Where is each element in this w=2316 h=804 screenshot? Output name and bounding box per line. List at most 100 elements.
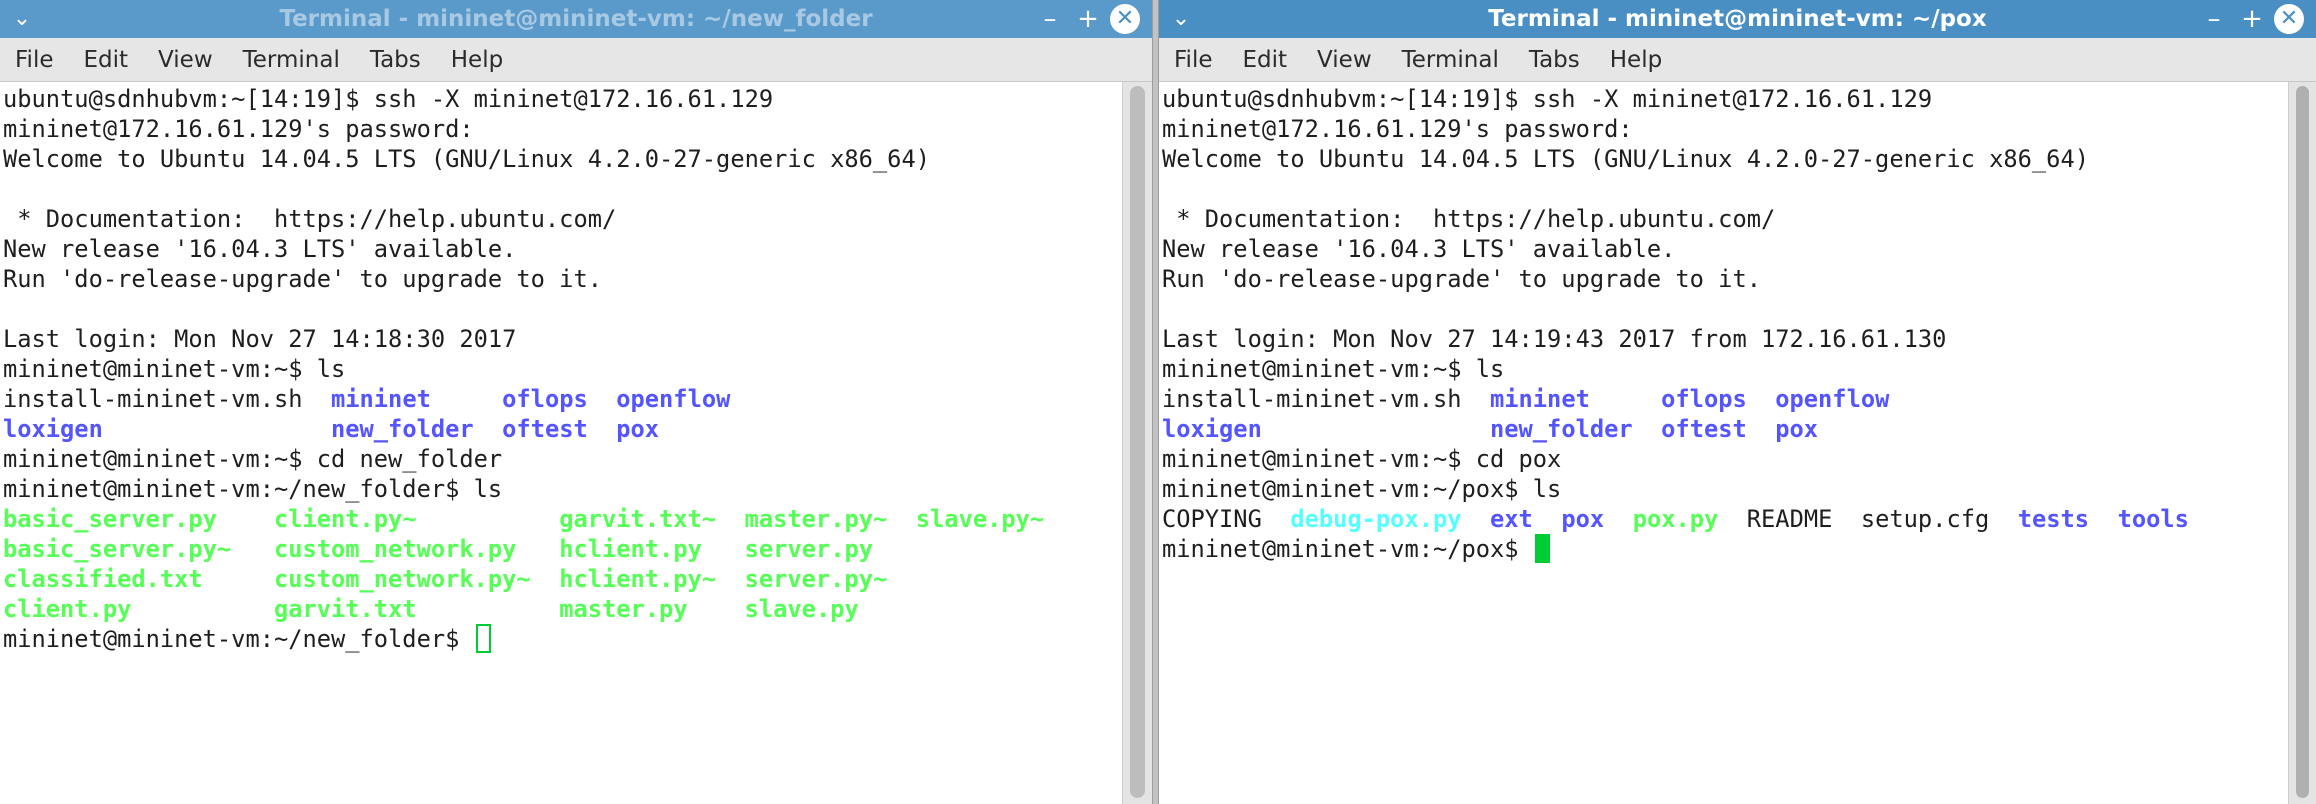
menu-file[interactable]: File xyxy=(0,38,69,82)
close-icon[interactable]: ✕ xyxy=(1110,4,1140,34)
terminal-line: loxigen new_folder oftest pox xyxy=(3,414,1122,444)
file-name: classified.txt xyxy=(3,565,203,593)
terminal-text: mininet@mininet-vm:~/new_folder$ ls xyxy=(3,475,503,503)
terminal-text: COPYING xyxy=(1162,505,1291,533)
file-name: basic_server.py~ xyxy=(3,535,232,563)
menu-help[interactable]: Help xyxy=(1595,38,1677,82)
file-name: mininet xyxy=(331,385,431,413)
file-name: master.py xyxy=(559,595,688,623)
terminal-text: Last login: Mon Nov 27 14:18:30 2017 xyxy=(3,325,517,353)
close-icon[interactable]: ✕ xyxy=(2274,4,2304,34)
terminal-text: README setup.cfg xyxy=(1718,505,2018,533)
terminal-output[interactable]: ubuntu@sdnhubvm:~[14:19]$ ssh -X mininet… xyxy=(1159,82,2288,804)
menu-terminal[interactable]: Terminal xyxy=(1387,38,1514,82)
maximize-icon[interactable]: + xyxy=(2236,0,2268,38)
file-name: openflow xyxy=(1775,385,1890,413)
terminal-text: install-mininet-vm.sh xyxy=(3,385,332,413)
file-name: tests xyxy=(2017,505,2090,533)
file-name: slave.py~ xyxy=(915,505,1045,533)
file-name: client.py xyxy=(3,595,132,623)
window-title: Terminal - mininet@mininet-vm: ~/new_fol… xyxy=(279,6,873,32)
file-name: openflow xyxy=(616,385,731,413)
file-name: tools xyxy=(2117,505,2189,533)
terminal-line: mininet@172.16.61.129's password: xyxy=(3,114,1122,144)
file-name: server.py xyxy=(744,535,874,563)
file-name: oftest xyxy=(502,415,588,443)
terminal-text: mininet@172.16.61.129's password: xyxy=(3,115,474,143)
terminal-text: New release '16.04.3 LTS' available. xyxy=(1162,235,1676,263)
terminal-line: ubuntu@sdnhubvm:~[14:19]$ ssh -X mininet… xyxy=(1162,84,2288,114)
minimize-icon[interactable]: – xyxy=(2198,0,2230,38)
file-name: custom_network.py~ xyxy=(273,565,531,593)
maximize-icon[interactable]: + xyxy=(1072,0,1104,38)
title-bar[interactable]: ⌄ Terminal - mininet@mininet-vm: ~/pox –… xyxy=(1159,0,2316,38)
window-divider xyxy=(1152,0,1159,804)
terminal-text: * Documentation: https://help.ubuntu.com… xyxy=(1162,205,1776,233)
terminal-text: Welcome to Ubuntu 14.04.5 LTS (GNU/Linux… xyxy=(1162,145,2089,173)
terminal-output[interactable]: ubuntu@sdnhubvm:~[14:19]$ ssh -X mininet… xyxy=(0,82,1122,804)
file-name: basic_server.py xyxy=(3,505,217,533)
terminal-line: ubuntu@sdnhubvm:~[14:19]$ ssh -X mininet… xyxy=(3,84,1122,114)
menu-view[interactable]: View xyxy=(143,38,228,82)
file-name: new_folder xyxy=(1490,415,1633,443)
terminal-text: * Documentation: https://help.ubuntu.com… xyxy=(3,205,617,233)
file-name: debug-pox.py xyxy=(1290,505,1462,533)
terminal-line: Welcome to Ubuntu 14.04.5 LTS (GNU/Linux… xyxy=(3,144,1122,174)
terminal-line: New release '16.04.3 LTS' available. xyxy=(1162,234,2288,264)
terminal-line: * Documentation: https://help.ubuntu.com… xyxy=(3,204,1122,234)
terminal-line: mininet@mininet-vm:~/pox$ xyxy=(1162,534,2288,564)
terminal-line: mininet@mininet-vm:~$ ls xyxy=(3,354,1122,384)
terminal-text: mininet@mininet-vm:~/new_folder$ xyxy=(3,625,474,653)
menu-tabs[interactable]: Tabs xyxy=(1514,38,1595,82)
terminal-text: mininet@mininet-vm:~/pox$ xyxy=(1162,535,1533,563)
terminal-line: loxigen new_folder oftest pox xyxy=(1162,414,2288,444)
file-name: hclient.py~ xyxy=(559,565,717,593)
terminal-line: mininet@172.16.61.129's password: xyxy=(1162,114,2288,144)
file-name: pox xyxy=(616,415,660,443)
terminal-text: mininet@mininet-vm:~$ cd pox xyxy=(1162,445,1562,473)
menu-view[interactable]: View xyxy=(1302,38,1387,82)
scrollbar[interactable] xyxy=(2288,82,2316,804)
terminal-line: New release '16.04.3 LTS' available. xyxy=(3,234,1122,264)
file-name: custom_network.py xyxy=(273,535,517,563)
menu-help[interactable]: Help xyxy=(436,38,518,82)
menu-edit[interactable]: Edit xyxy=(69,38,144,82)
menu-terminal[interactable]: Terminal xyxy=(228,38,355,82)
terminal-line: Last login: Mon Nov 27 14:18:30 2017 xyxy=(3,324,1122,354)
menu-tabs[interactable]: Tabs xyxy=(355,38,436,82)
menu-edit[interactable]: Edit xyxy=(1228,38,1303,82)
file-name: pox xyxy=(1775,415,1819,443)
minimize-icon[interactable]: – xyxy=(1034,0,1066,38)
terminal-line: client.py garvit.txt master.py slave.py xyxy=(3,594,1122,624)
terminal-text: New release '16.04.3 LTS' available. xyxy=(3,235,517,263)
file-name: master.py~ xyxy=(744,505,888,533)
terminal-line: mininet@mininet-vm:~$ cd pox xyxy=(1162,444,2288,474)
file-name: server.py~ xyxy=(744,565,888,593)
terminal-line: Last login: Mon Nov 27 14:19:43 2017 fro… xyxy=(1162,324,2288,354)
terminal-window-pox[interactable]: ⌄ Terminal - mininet@mininet-vm: ~/pox –… xyxy=(1159,0,2316,804)
cursor-icon xyxy=(475,624,491,653)
terminal-text: mininet@mininet-vm:~$ cd new_folder xyxy=(3,445,503,473)
terminal-window-new-folder[interactable]: ⌄ Terminal - mininet@mininet-vm: ~/new_f… xyxy=(0,0,1152,804)
menu-file[interactable]: File xyxy=(1159,38,1228,82)
scrollbar-thumb[interactable] xyxy=(2296,86,2309,798)
title-bar[interactable]: ⌄ Terminal - mininet@mininet-vm: ~/new_f… xyxy=(0,0,1152,38)
terminal-line: * Documentation: https://help.ubuntu.com… xyxy=(1162,204,2288,234)
terminal-line: mininet@mininet-vm:~$ cd new_folder xyxy=(3,444,1122,474)
scrollbar-thumb[interactable] xyxy=(1130,86,1145,798)
scrollbar[interactable] xyxy=(1122,82,1152,804)
